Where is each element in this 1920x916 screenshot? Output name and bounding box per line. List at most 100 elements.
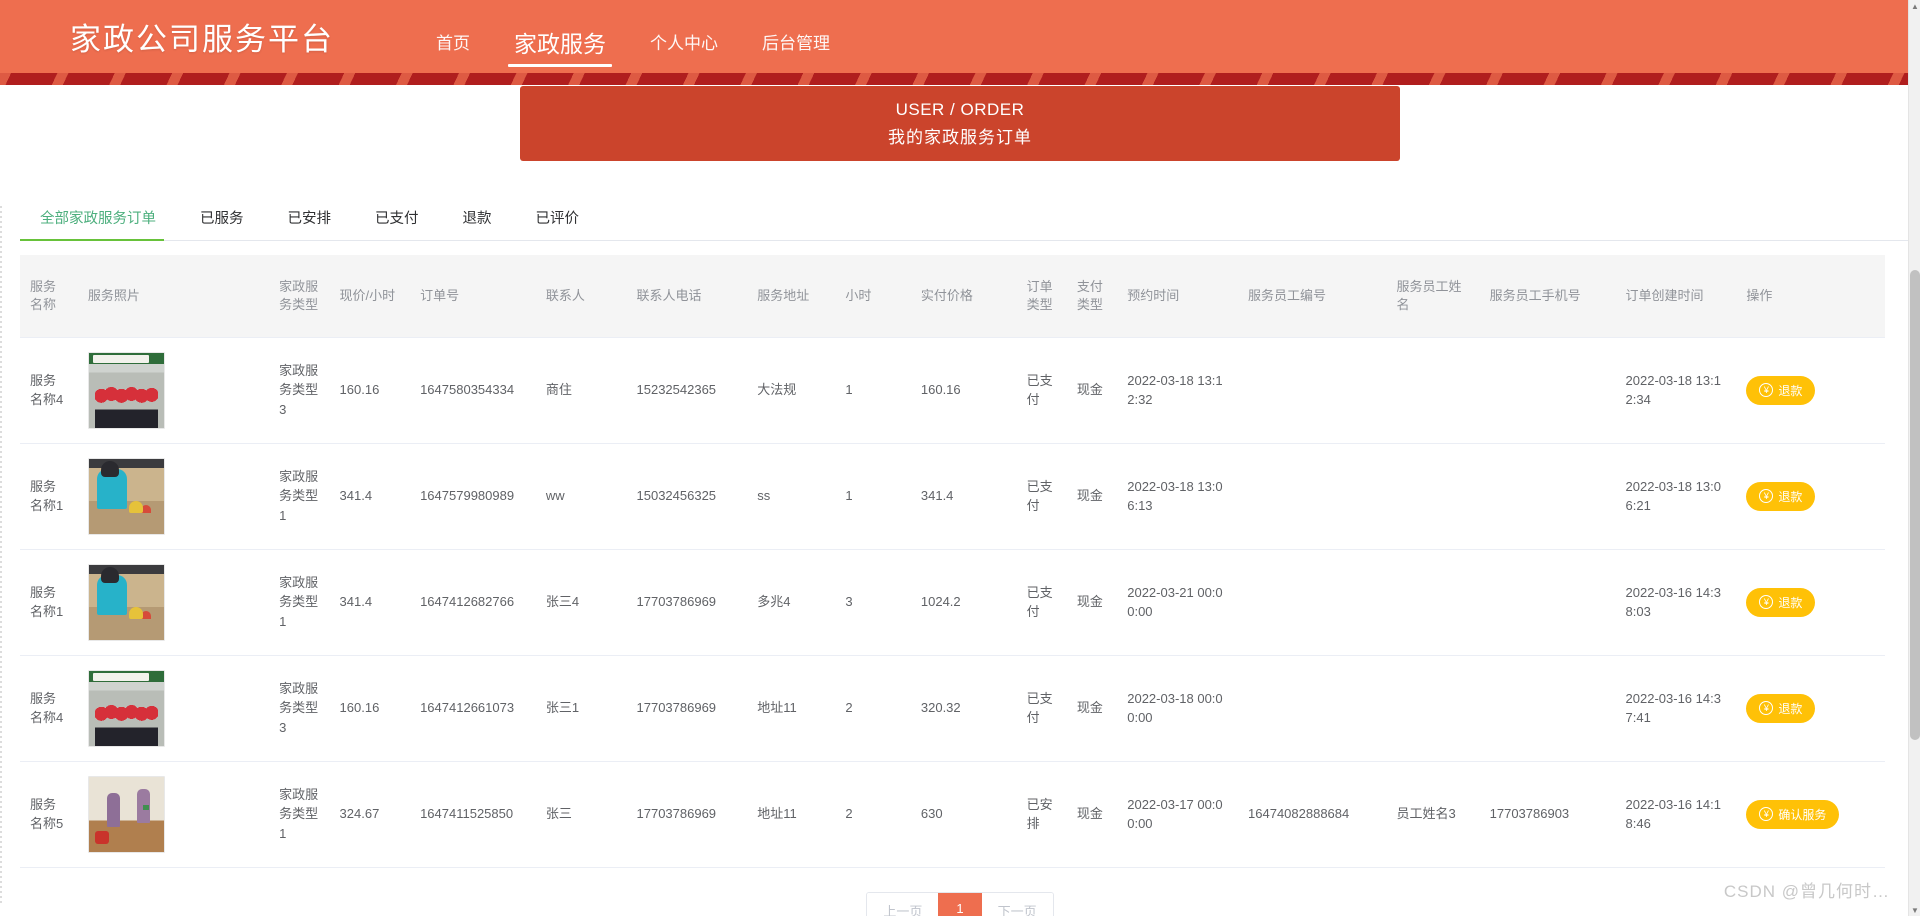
cell-order-no: 1647411525850 (410, 761, 536, 868)
app-page: 家政公司服务平台 首页 家政服务 个人中心 后台管理 USER / ORDER … (0, 0, 1920, 916)
cell-action: ¥ 退款 (1736, 443, 1885, 550)
tab-refund[interactable]: 退款 (441, 207, 514, 240)
pagination-prev-button[interactable]: 上一页 (867, 892, 939, 916)
cell-order-type: 已支付 (1016, 549, 1067, 656)
cell-price-per-hour: 160.16 (329, 655, 411, 762)
cell-service-address: ss (747, 443, 836, 550)
cell-employee-name (1386, 655, 1480, 762)
yen-circle-icon: ¥ (1759, 807, 1774, 821)
cell-created-time: 2022-03-16 14:18:46 (1615, 761, 1737, 868)
refund-button[interactable]: ¥ 退款 (1746, 693, 1816, 723)
refund-button[interactable]: ¥ 退款 (1746, 587, 1816, 617)
refund-button[interactable]: ¥ 退款 (1746, 481, 1816, 511)
cell-service-photo (77, 761, 270, 868)
tab-reviewed[interactable]: 已评价 (514, 207, 602, 240)
cell-order-no: 1647580354334 (410, 337, 536, 444)
banner-english-title: USER / ORDER (895, 99, 1025, 119)
cell-contact: 商住 (535, 337, 627, 444)
refund-button-label: 退款 (1778, 701, 1803, 716)
th-price-per-hour: 现价/小时 (329, 255, 411, 338)
cell-price-per-hour: 324.67 (329, 761, 411, 868)
cell-service-name: 服务名称1 (20, 549, 78, 656)
cell-pay-type: 现金 (1066, 443, 1118, 550)
service-photo-thumbnail[interactable] (87, 457, 165, 535)
cell-employee-phone (1479, 549, 1616, 656)
cell-hours: 2 (835, 655, 911, 762)
tab-all-orders[interactable]: 全部家政服务订单 (20, 207, 178, 241)
vertical-scrollbar[interactable]: ▲ ▼ (1908, 0, 1920, 916)
service-photo-thumbnail[interactable] (87, 351, 165, 429)
cell-hours: 1 (835, 337, 911, 444)
th-service-type: 家政服务类型 (269, 255, 330, 338)
th-booking-time: 预约时间 (1117, 255, 1239, 338)
yen-circle-icon: ¥ (1759, 701, 1774, 715)
table-row: 服务名称5 家政服务类型1 324.67 1647411525850 张三 17… (20, 761, 1885, 868)
nav-link-housekeeping-service[interactable]: 家政服务 (492, 29, 628, 67)
cell-service-type: 家政服务类型1 (269, 443, 330, 550)
cell-service-address: 大法规 (747, 337, 836, 444)
tab-arranged[interactable]: 已安排 (266, 207, 354, 240)
scroll-up-arrow-icon[interactable]: ▲ (1909, 0, 1920, 12)
order-status-tabs: 全部家政服务订单 已服务 已安排 已支付 退款 已评价 (20, 197, 1920, 241)
th-service-name: 服务名称 (20, 255, 78, 338)
nav-link-home[interactable]: 首页 (414, 29, 492, 59)
pagination-page-1[interactable]: 1 (938, 892, 982, 916)
orders-table: 服务名称 服务照片 家政服务类型 现价/小时 订单号 联系人 联系人电话 服务地… (20, 255, 1885, 868)
page-banner-area: USER / ORDER 我的家政服务订单 (0, 73, 1920, 161)
cell-service-name: 服务名称4 (20, 337, 78, 444)
cell-paid-price: 341.4 (910, 443, 1017, 550)
cell-hours: 3 (835, 549, 911, 656)
refund-button-label: 退款 (1778, 489, 1803, 504)
th-contact: 联系人 (535, 255, 627, 338)
cell-booking-time: 2022-03-18 13:12:32 (1117, 337, 1239, 444)
cell-contact: 张三4 (535, 549, 627, 656)
nav-link-admin[interactable]: 后台管理 (740, 29, 852, 59)
th-action: 操作 (1736, 255, 1885, 338)
cell-service-photo (77, 655, 270, 762)
cell-order-type: 已支付 (1016, 337, 1067, 444)
cell-action: ¥ 退款 (1736, 655, 1885, 762)
cell-paid-price: 320.32 (910, 655, 1017, 762)
cell-employee-phone (1479, 337, 1616, 444)
cell-service-name: 服务名称5 (20, 761, 78, 868)
cell-employee-phone (1479, 655, 1616, 762)
table-row: 服务名称1 家政服务类型1 341.4 1647579980989 ww 150… (20, 443, 1885, 550)
cell-price-per-hour: 341.4 (329, 549, 411, 656)
cell-contact-phone: 15032456325 (626, 443, 748, 550)
confirm-service-button[interactable]: ¥ 确认服务 (1746, 799, 1840, 829)
cell-pay-type: 现金 (1066, 655, 1118, 762)
orders-table-body: 服务名称4 家政服务类型3 160.16 1647580354334 商住 15… (20, 337, 1885, 868)
tab-served[interactable]: 已服务 (178, 207, 266, 240)
cell-pay-type: 现金 (1066, 761, 1118, 868)
cell-order-type: 已支付 (1016, 443, 1067, 550)
cell-employee-name: 员工姓名3 (1386, 761, 1480, 868)
table-row: 服务名称4 家政服务类型3 160.16 1647412661073 张三1 1… (20, 655, 1885, 762)
service-photo-thumbnail[interactable] (87, 775, 165, 853)
cell-price-per-hour: 341.4 (329, 443, 411, 550)
cell-action: ¥ 退款 (1736, 337, 1885, 444)
cell-hours: 1 (835, 443, 911, 550)
cell-order-no: 1647579980989 (410, 443, 536, 550)
content-left-edge (0, 206, 2, 906)
scroll-down-arrow-icon[interactable]: ▼ (1909, 904, 1920, 916)
cell-order-type: 已安排 (1016, 761, 1067, 868)
top-navbar: 家政公司服务平台 首页 家政服务 个人中心 后台管理 (0, 0, 1920, 85)
service-photo-thumbnail[interactable] (87, 669, 165, 747)
cell-service-address: 多兆4 (747, 549, 836, 656)
pagination-next-button[interactable]: 下一页 (981, 892, 1053, 916)
cell-service-name: 服务名称4 (20, 655, 78, 762)
tab-paid[interactable]: 已支付 (353, 207, 441, 240)
cell-created-time: 2022-03-16 14:38:03 (1615, 549, 1737, 656)
vertical-scrollbar-thumb[interactable] (1910, 270, 1920, 740)
cell-contact: ww (535, 443, 627, 550)
service-photo-thumbnail[interactable] (87, 563, 165, 641)
main-navigation: 首页 家政服务 个人中心 后台管理 (414, 0, 852, 73)
refund-button-label: 退款 (1778, 595, 1803, 610)
cell-created-time: 2022-03-18 13:06:21 (1615, 443, 1737, 550)
navbar-decor-zigzag (0, 73, 1920, 85)
table-row: 服务名称4 家政服务类型3 160.16 1647580354334 商住 15… (20, 337, 1885, 444)
cell-service-type: 家政服务类型1 (269, 761, 330, 868)
refund-button[interactable]: ¥ 退款 (1746, 375, 1816, 405)
cell-order-type: 已支付 (1016, 655, 1067, 762)
nav-link-personal-center[interactable]: 个人中心 (628, 29, 740, 59)
